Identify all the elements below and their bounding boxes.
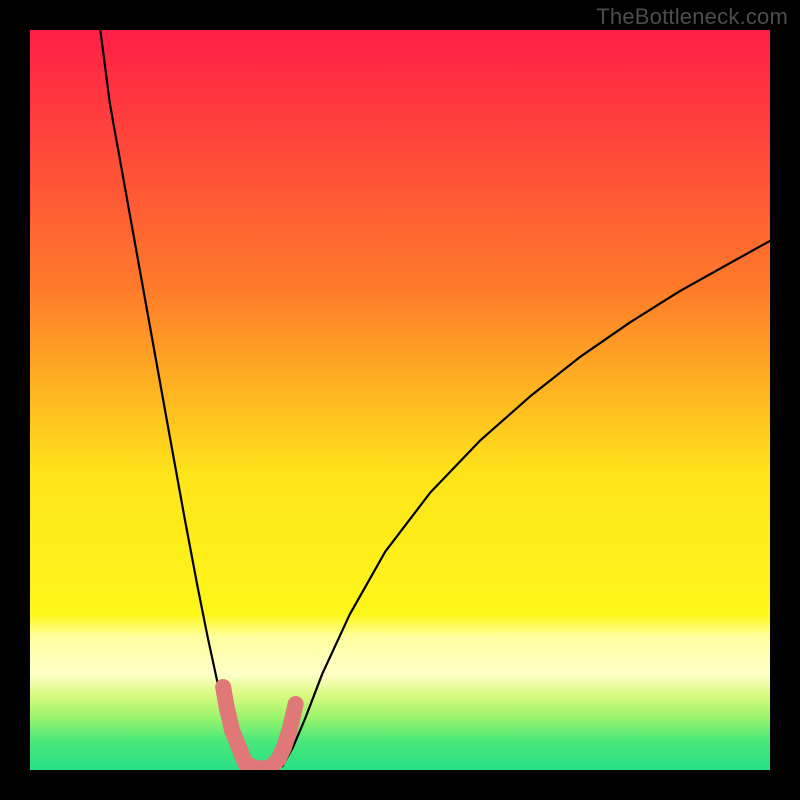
valley-marker — [224, 722, 240, 738]
plot-area — [30, 30, 770, 770]
valley-marker — [276, 740, 292, 756]
chart-frame: TheBottleneck.com — [0, 0, 800, 800]
valley-marker — [215, 679, 231, 695]
valley-marker — [282, 721, 298, 737]
valley-marker — [288, 696, 304, 712]
gradient-background — [30, 30, 770, 770]
chart-svg — [30, 30, 770, 770]
watermark-text: TheBottleneck.com — [596, 4, 788, 30]
valley-marker — [219, 700, 235, 716]
